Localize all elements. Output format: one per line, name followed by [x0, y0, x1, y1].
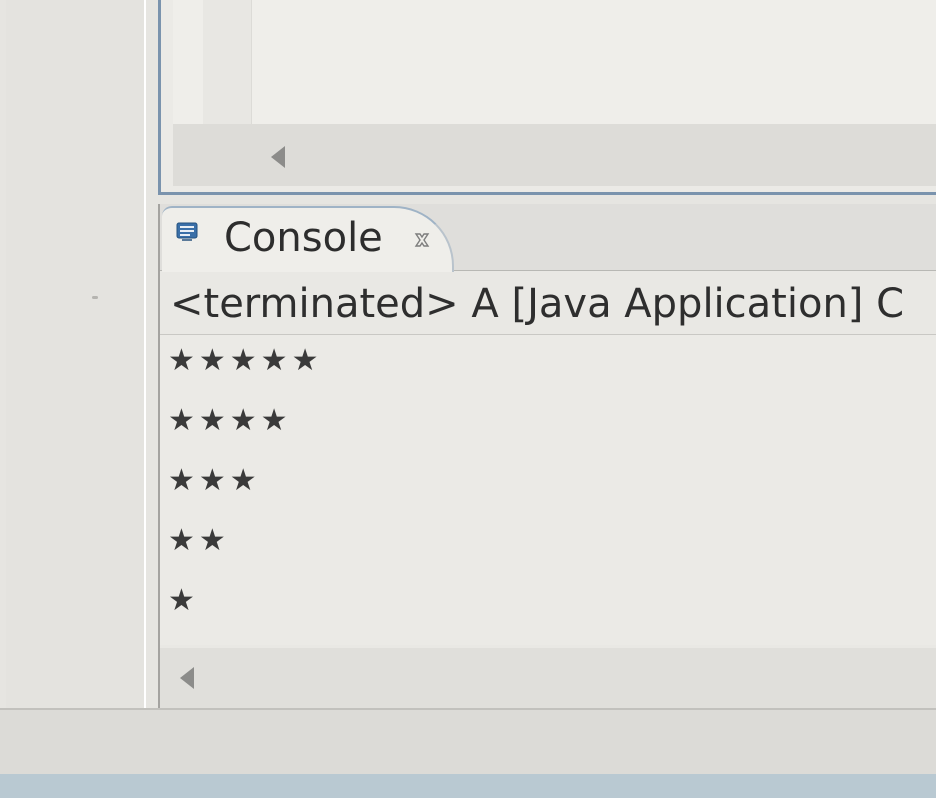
console-output-area[interactable]: ★★★★★ ★★★★ ★★★ ★★ ★ — [160, 334, 936, 645]
window-bottom-edge — [0, 774, 936, 798]
left-side-pane — [6, 0, 146, 708]
output-line: ★★ — [168, 523, 230, 558]
editor-line-gutter — [203, 0, 252, 124]
pane-divider[interactable] — [144, 0, 146, 708]
output-line: ★ — [168, 583, 199, 618]
output-line: ★★★★★ — [168, 343, 323, 378]
output-line: ★★★ — [168, 463, 261, 498]
scroll-left-arrow-icon[interactable] — [271, 146, 285, 168]
console-view: Console <terminated> A [Java Application… — [158, 204, 936, 708]
eclipse-ide-screen: Console <terminated> A [Java Application… — [0, 0, 936, 798]
bottom-status-bar — [0, 708, 936, 776]
editor-pane — [158, 0, 936, 195]
console-tab-label: Console — [224, 215, 383, 261]
editor-content-area[interactable] — [173, 0, 936, 124]
console-tab-strip: Console — [160, 204, 936, 272]
console-status-line: <terminated> A [Java Application] C — [170, 281, 905, 327]
left-pane-marker — [92, 296, 98, 299]
tab-console[interactable]: Console — [162, 206, 454, 272]
editor-horizontal-scrollbar[interactable] — [173, 124, 936, 186]
console-icon — [176, 222, 198, 241]
console-horizontal-scrollbar[interactable] — [160, 648, 936, 708]
scroll-left-arrow-icon[interactable] — [180, 667, 194, 689]
output-line: ★★★★ — [168, 403, 292, 438]
close-icon[interactable] — [412, 230, 432, 250]
